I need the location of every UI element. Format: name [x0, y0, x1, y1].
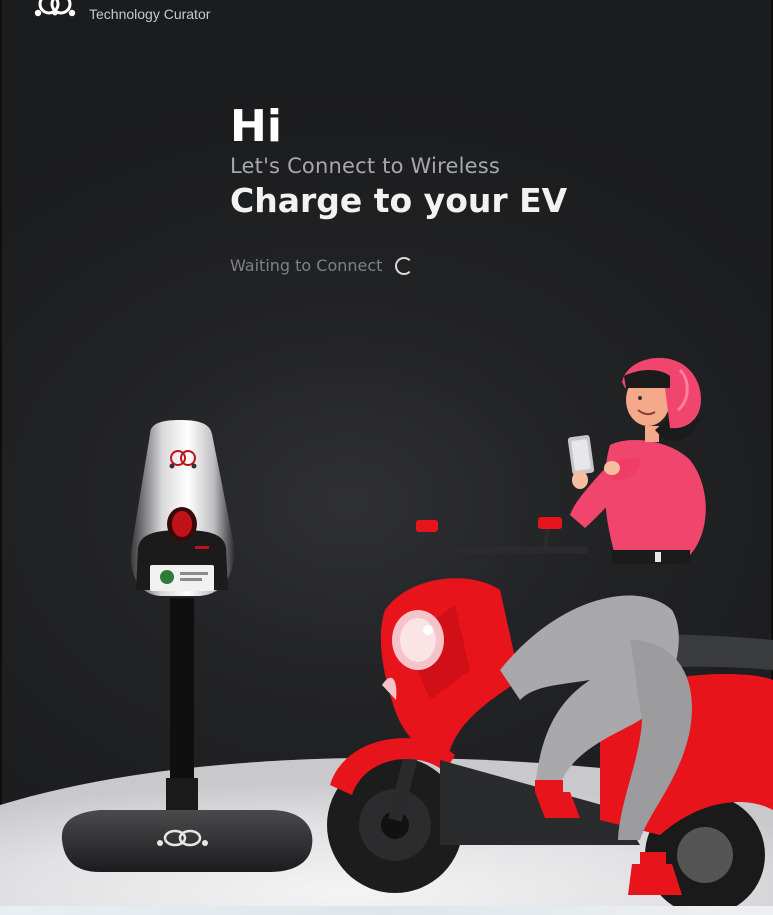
brand-tagline: Technology Curator — [89, 6, 211, 22]
greeting-heading: Hi — [230, 101, 282, 152]
charging-screen: Technology Curator Hi Let's Connect to W… — [0, 0, 773, 915]
headline-text: Charge to your EV — [230, 181, 568, 220]
subtitle-text: Let's Connect to Wireless — [230, 154, 501, 178]
connection-status: Waiting to Connect — [230, 256, 414, 275]
hero-text: Hi Let's Connect to Wireless Charge to y… — [230, 101, 567, 222]
network-knot-logo-icon — [34, 0, 76, 17]
ev-illustration — [0, 357, 773, 915]
status-text: Waiting to Connect — [230, 256, 383, 275]
loading-spinner-icon — [395, 256, 414, 275]
bottom-strip — [0, 906, 773, 915]
rider-on-scooter-icon — [327, 357, 773, 915]
